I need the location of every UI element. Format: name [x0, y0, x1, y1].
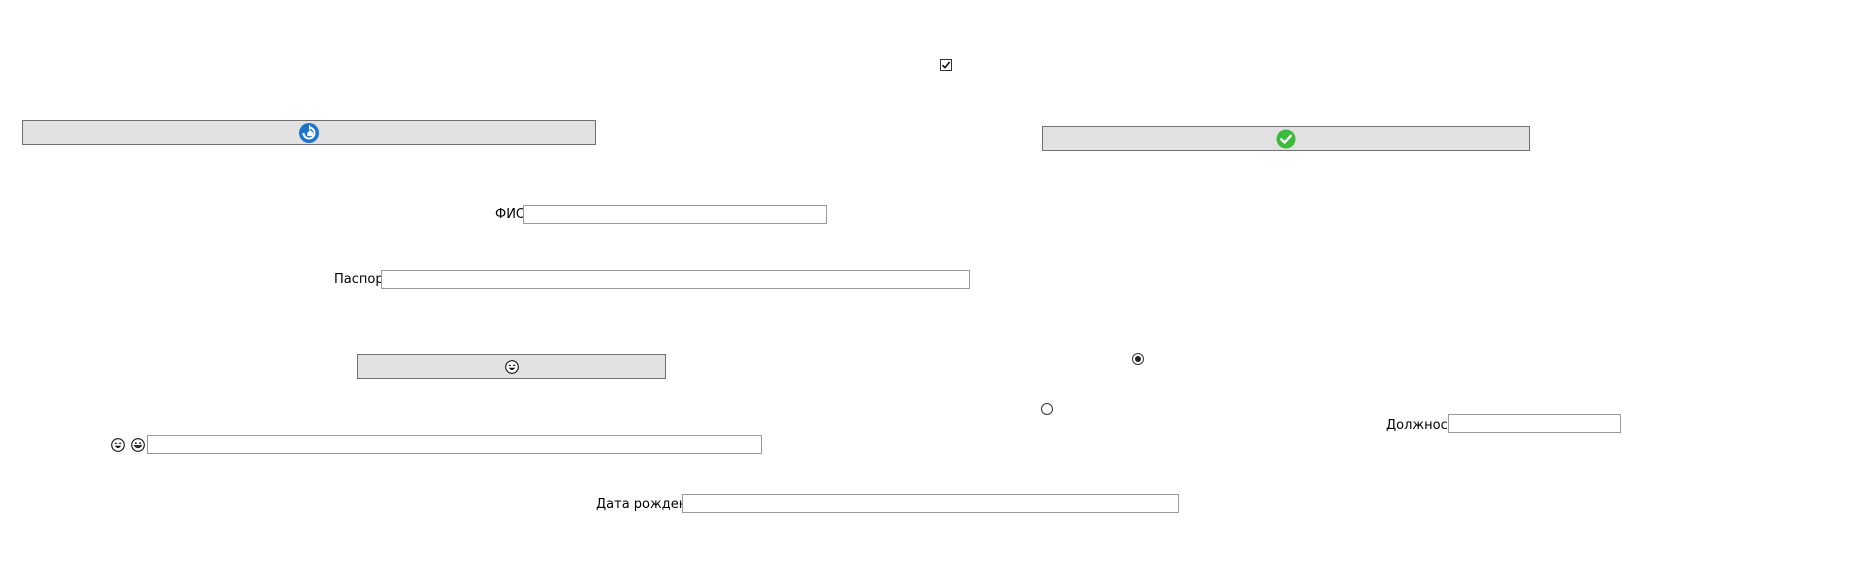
fio-field[interactable] — [523, 205, 827, 224]
position-field[interactable] — [1448, 414, 1621, 433]
confirm-button[interactable] — [1042, 126, 1530, 151]
refresh-button[interactable] — [22, 120, 596, 145]
radio-option-1[interactable] — [1132, 353, 1144, 365]
radio-option-2[interactable] — [1041, 403, 1053, 415]
grinning-face-icon — [131, 438, 145, 452]
emoji-button[interactable] — [357, 354, 666, 379]
laughing-face-icon — [111, 438, 125, 452]
emoji-field[interactable] — [147, 435, 762, 454]
laughing-face-icon — [504, 359, 519, 374]
fio-label: ФИО — [495, 207, 527, 222]
refresh-icon — [299, 122, 319, 143]
checkmark-icon — [941, 61, 951, 69]
check-circle-icon — [1276, 129, 1296, 148]
radio-selected-dot — [1135, 356, 1141, 362]
birthdate-field[interactable] — [682, 494, 1179, 513]
passport-field[interactable] — [381, 270, 970, 289]
checkbox[interactable] — [940, 59, 952, 71]
